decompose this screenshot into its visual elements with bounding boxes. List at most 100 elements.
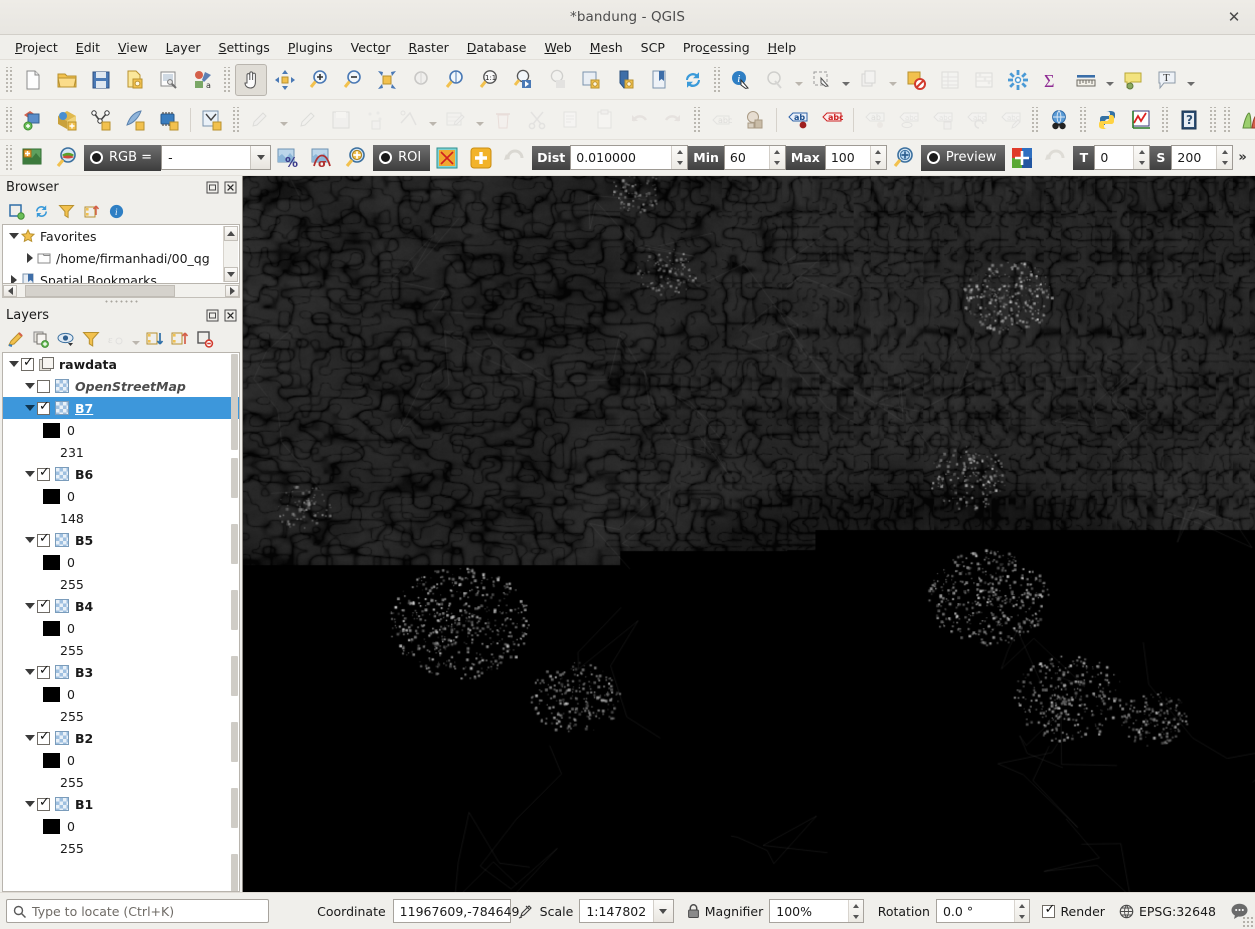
- dist-spinbox[interactable]: 0.010000: [570, 145, 689, 170]
- rotation-spinbox[interactable]: 0.0 °: [935, 899, 1031, 923]
- scroll-left-arrow[interactable]: [3, 284, 17, 297]
- toggle-extents-icon[interactable]: [517, 903, 534, 920]
- close-panel-icon[interactable]: [222, 307, 238, 323]
- new-project-icon[interactable]: [17, 64, 49, 96]
- preview-size-spinbox[interactable]: 200: [1171, 145, 1234, 170]
- zoom-to-roi-icon[interactable]: [340, 142, 372, 174]
- min-spinbox[interactable]: 60: [723, 145, 786, 170]
- layer-row[interactable]: B5: [3, 529, 239, 551]
- legend-row[interactable]: 0: [3, 419, 239, 441]
- toolbar-grip[interactable]: [693, 106, 701, 133]
- layers-vertical-scrollbar[interactable]: [231, 354, 238, 891]
- add-mesh-layer-icon[interactable]: [119, 104, 151, 136]
- scp-toolbar-overflow-button[interactable]: »: [1233, 150, 1251, 165]
- local-cumulative-cut-stretch-icon[interactable]: %: [272, 142, 304, 174]
- legend-row[interactable]: 148: [3, 507, 239, 529]
- select-by-area-icon[interactable]: [806, 64, 838, 96]
- modify-attrs-dropdown-icon[interactable]: [473, 105, 486, 135]
- redo-preview-icon[interactable]: [1040, 142, 1072, 174]
- scroll-thumb[interactable]: [231, 854, 238, 891]
- open-data-source-manager-icon[interactable]: [17, 104, 49, 136]
- menu-mesh[interactable]: Mesh: [581, 37, 632, 58]
- chevron-down-icon[interactable]: [7, 233, 21, 239]
- add-group-icon[interactable]: [29, 327, 53, 351]
- toolbar-grip[interactable]: [713, 66, 721, 93]
- show-preview-icon[interactable]: [1006, 142, 1038, 174]
- menu-settings[interactable]: Settings: [210, 37, 279, 58]
- identify-features-icon[interactable]: i: [725, 64, 757, 96]
- chevron-down-icon[interactable]: [23, 405, 37, 411]
- new-3d-map-view-icon[interactable]: [609, 64, 641, 96]
- menu-raster[interactable]: Raster: [399, 37, 457, 58]
- move-label-icon[interactable]: ab: [859, 104, 891, 136]
- refresh-browser-icon[interactable]: [29, 199, 53, 223]
- python-console-icon[interactable]: [1091, 104, 1123, 136]
- layer-visibility-checkbox[interactable]: [37, 531, 50, 547]
- zoom-full-icon[interactable]: [371, 64, 403, 96]
- local-std-dev-stretch-icon[interactable]: σ: [306, 142, 338, 174]
- legend-row[interactable]: 0: [3, 617, 239, 639]
- layer-row[interactable]: B6: [3, 463, 239, 485]
- legend-row[interactable]: 0: [3, 683, 239, 705]
- layer-visibility-checkbox[interactable]: [37, 379, 50, 393]
- toolbar-grip[interactable]: [1223, 106, 1231, 133]
- measure-dropdown-icon[interactable]: [1103, 65, 1116, 95]
- rotation-stepper[interactable]: [1014, 900, 1030, 922]
- zoom-in-icon[interactable]: [303, 64, 335, 96]
- label-toolbar-icon[interactable]: abc: [705, 104, 737, 136]
- add-selected-layers-icon[interactable]: [4, 199, 28, 223]
- layer-row[interactable]: B1: [3, 793, 239, 815]
- scroll-thumb[interactable]: [231, 656, 238, 696]
- zoom-to-preview-icon[interactable]: [888, 142, 920, 174]
- move-label-diagram-icon[interactable]: abc: [927, 104, 959, 136]
- toolbar-grip[interactable]: [1079, 106, 1087, 133]
- modify-attributes-icon[interactable]: [440, 104, 472, 136]
- toolbar-grip[interactable]: [1161, 106, 1169, 133]
- scroll-thumb[interactable]: [231, 788, 238, 828]
- menu-processing[interactable]: Processing: [674, 37, 759, 58]
- layer-row[interactable]: B7: [3, 397, 239, 419]
- add-vector-layer-icon[interactable]: [85, 104, 117, 136]
- map-canvas[interactable]: [242, 176, 1255, 892]
- roi-radio-icon[interactable]: [379, 151, 393, 164]
- toggle-editing-icon[interactable]: [291, 104, 323, 136]
- scroll-thumb[interactable]: [25, 284, 176, 297]
- open-attribute-table-icon[interactable]: [934, 64, 966, 96]
- scroll-track[interactable]: [17, 284, 225, 297]
- toolbar-grip[interactable]: [223, 66, 231, 93]
- float-panel-icon[interactable]: [204, 179, 220, 195]
- measure-line-icon[interactable]: [1070, 64, 1102, 96]
- filter-legend-dropdown-icon[interactable]: [129, 324, 142, 354]
- menu-database[interactable]: Database: [458, 37, 536, 58]
- toolbar-grip[interactable]: [1209, 106, 1217, 133]
- toolbar-grip[interactable]: [5, 144, 13, 171]
- scroll-thumb[interactable]: [231, 354, 238, 450]
- menu-layer[interactable]: Layer: [157, 37, 210, 58]
- redo-icon[interactable]: [657, 104, 689, 136]
- statistical-summary-icon[interactable]: Σ: [1036, 64, 1068, 96]
- map-canvas-surface[interactable]: [243, 176, 1255, 892]
- zoom-next-icon[interactable]: [541, 64, 573, 96]
- filter-browser-icon[interactable]: [54, 199, 78, 223]
- layer-visibility-checkbox[interactable]: [37, 399, 50, 415]
- close-window-button[interactable]: ✕: [1223, 6, 1245, 28]
- open-layer-styling-panel-icon[interactable]: [4, 327, 28, 351]
- annotation-dropdown-icon[interactable]: [1184, 65, 1197, 95]
- rotate-label-icon[interactable]: abc: [961, 104, 993, 136]
- min-stepper[interactable]: [768, 146, 785, 169]
- menu-help[interactable]: Help: [759, 37, 806, 58]
- menu-web[interactable]: Web: [535, 37, 580, 58]
- scroll-thumb[interactable]: [231, 458, 238, 498]
- refresh-icon[interactable]: [677, 64, 709, 96]
- browser-vertical-scrollbar[interactable]: [223, 226, 238, 282]
- float-panel-icon[interactable]: [204, 307, 220, 323]
- select-features-icon[interactable]: [759, 64, 791, 96]
- menu-view[interactable]: View: [109, 37, 157, 58]
- processing-toolbox-icon[interactable]: [1002, 64, 1034, 96]
- chevron-down-icon[interactable]: [23, 471, 37, 477]
- menu-scp[interactable]: SCP: [632, 37, 674, 58]
- legend-row[interactable]: 231: [3, 441, 239, 463]
- zoom-to-band-set-icon[interactable]: [51, 142, 83, 174]
- redo-roi-icon[interactable]: [499, 142, 531, 174]
- save-project-icon[interactable]: [85, 64, 117, 96]
